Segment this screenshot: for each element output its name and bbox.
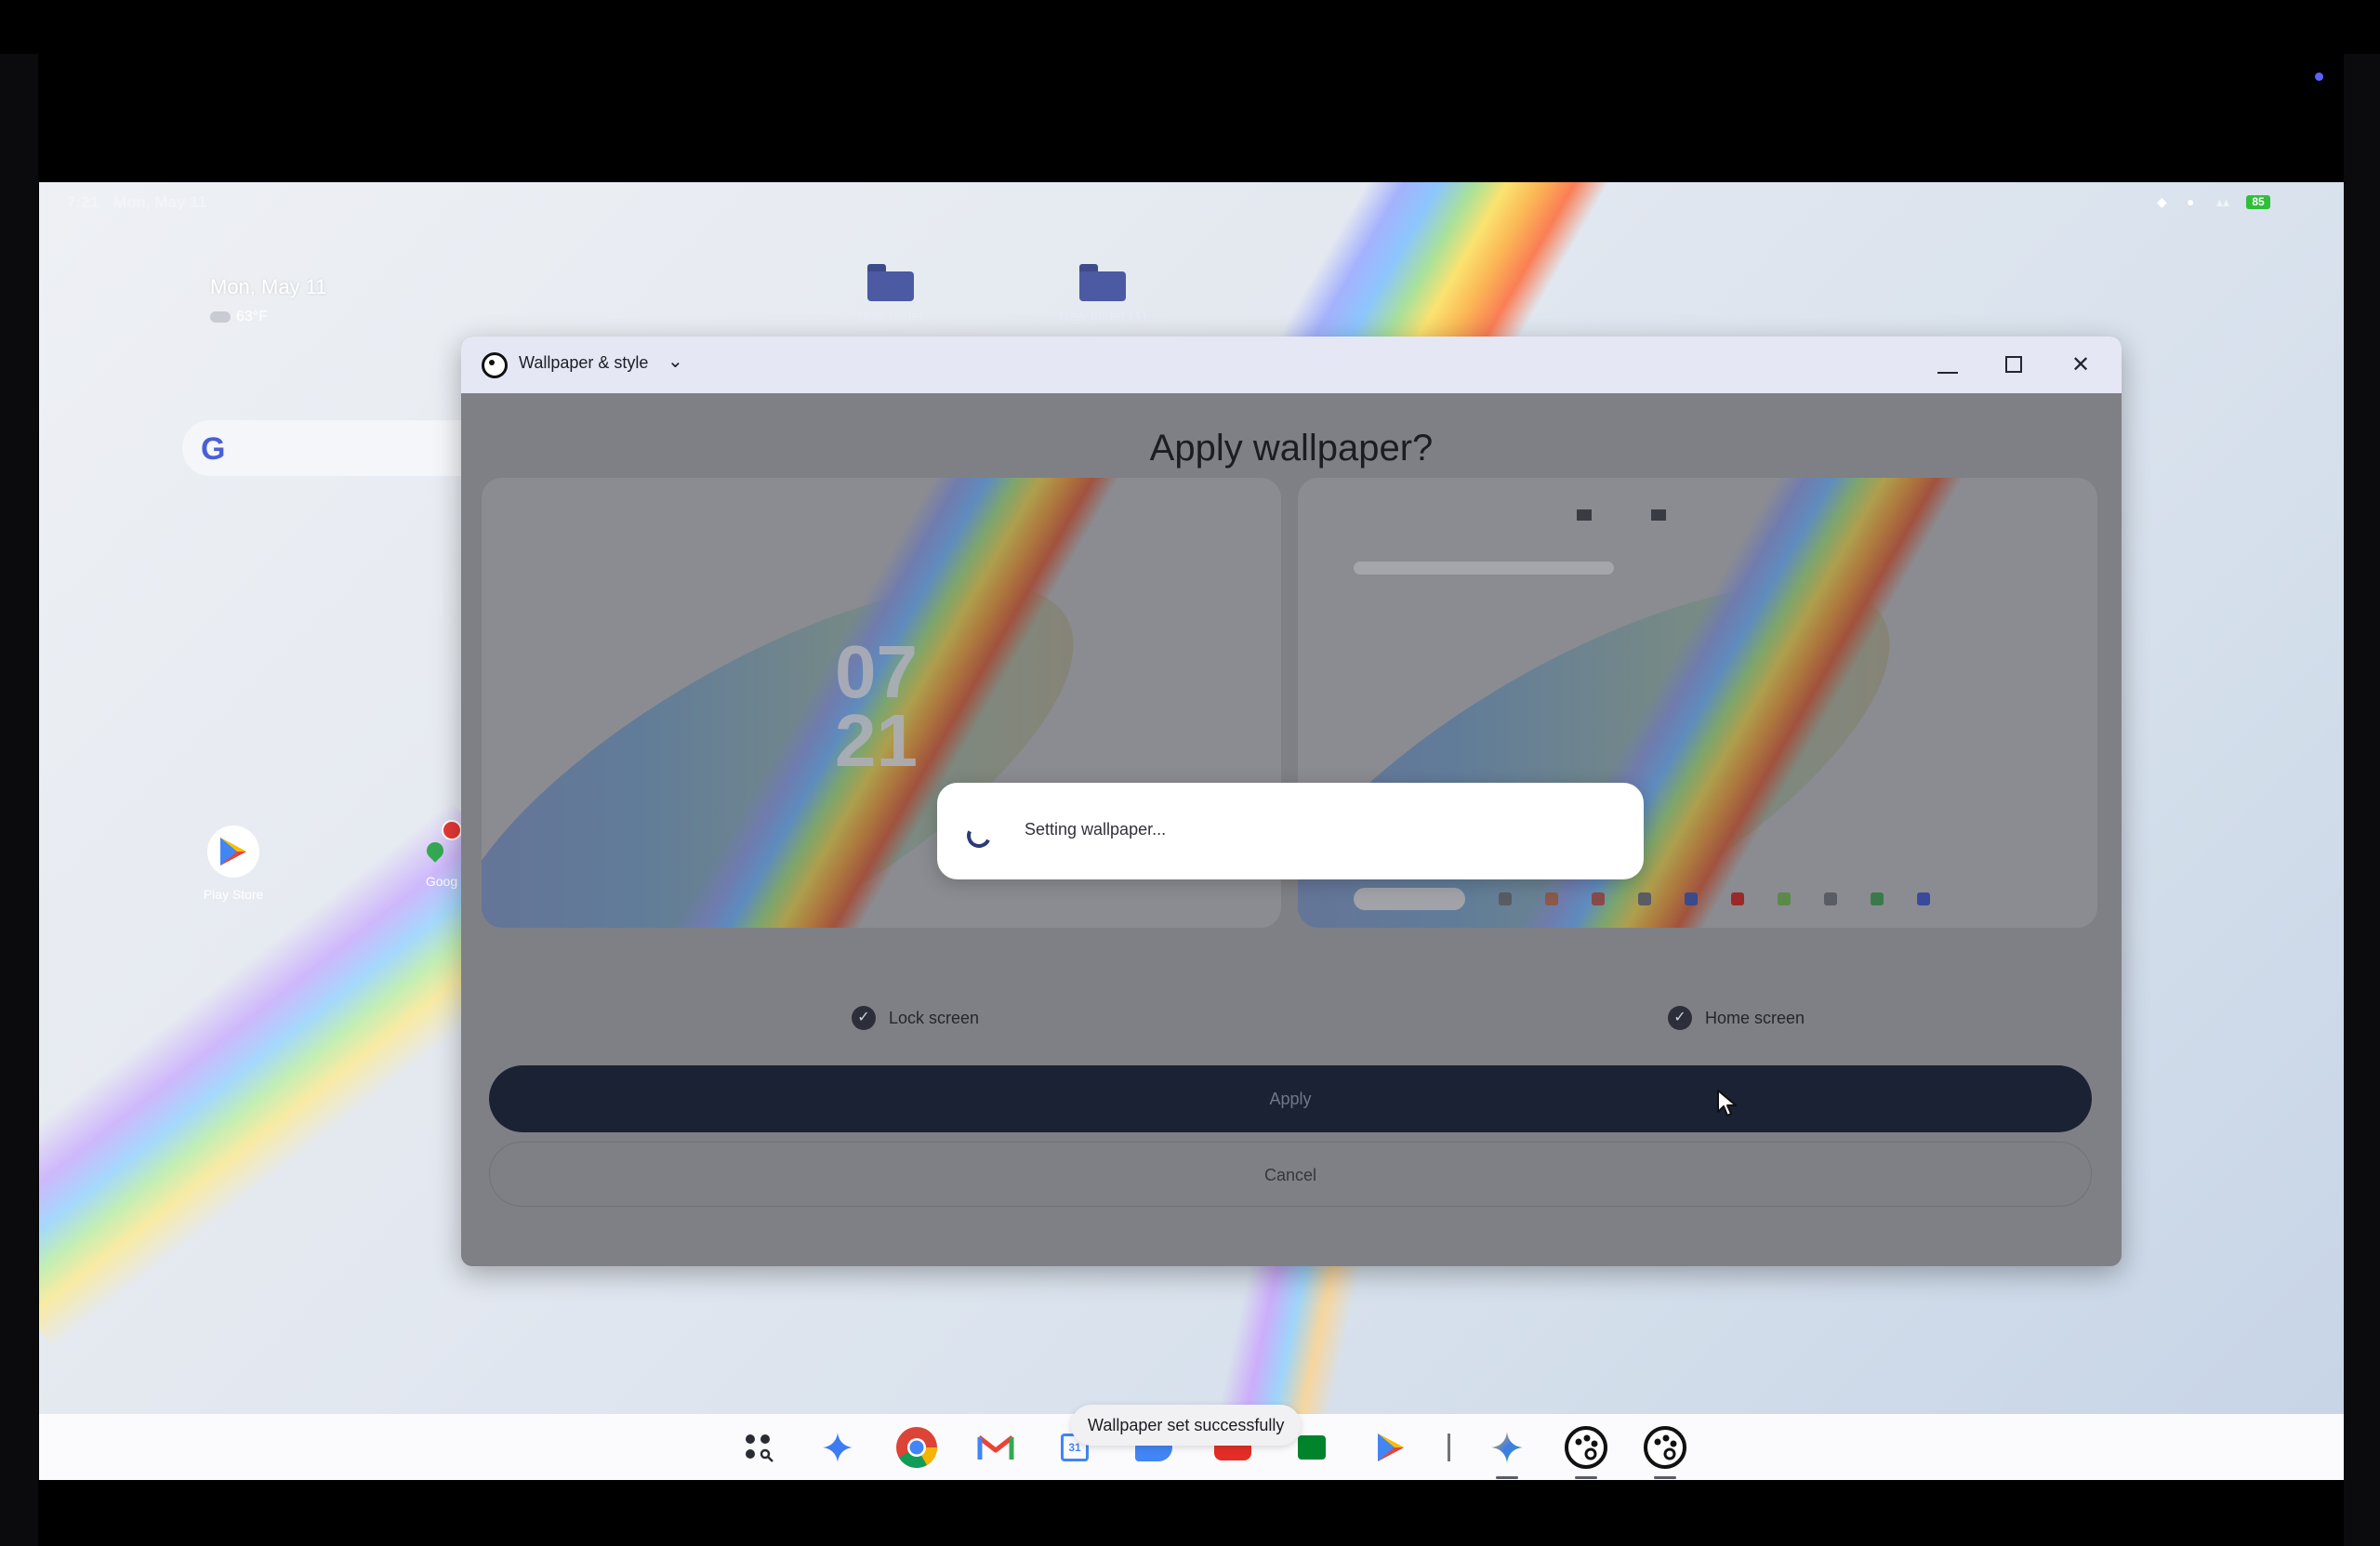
app-label: Play Store <box>203 887 264 902</box>
weather-widget[interactable]: 63°F <box>210 309 268 325</box>
folder-label: New folder (1) <box>1058 309 1147 324</box>
folder-icon <box>867 264 914 301</box>
toast-notification: Wallpaper set successfully <box>1071 1405 1302 1446</box>
weather-temp: 63°F <box>236 309 268 324</box>
notification-icon: ● <box>2187 194 2195 209</box>
letterbox-right <box>2344 54 2380 1546</box>
check-icon: ✓ <box>1668 1006 1692 1030</box>
chevron-down-icon[interactable]: ⌄ <box>668 350 683 373</box>
taskbar-separator <box>1448 1433 1450 1461</box>
gmail-icon[interactable] <box>973 1425 1018 1470</box>
close-button[interactable]: ✕ <box>2062 348 2099 383</box>
battery-icon: 85 <box>2246 194 2270 209</box>
signal-icon: ▴▴ <box>2216 194 2230 209</box>
folder-icon <box>1651 509 1666 521</box>
wallpaper-style-icon[interactable] <box>1564 1425 1608 1479</box>
preview-search-bar <box>1354 562 1614 575</box>
desktop-app-google[interactable]: Goog <box>418 820 465 889</box>
mouse-cursor-icon <box>1717 1090 1738 1122</box>
home-screen-label: Home screen <box>1705 1008 1805 1027</box>
desktop-folder[interactable]: New folder <box>826 264 956 324</box>
google-g-icon: G <box>201 431 226 467</box>
wifi-icon: ◆ <box>2157 194 2167 209</box>
desktop-folder[interactable]: New folder (1) <box>1038 264 1168 324</box>
folder-label: New folder <box>857 309 924 324</box>
lock-screen-label: Lock screen <box>889 1008 980 1027</box>
window-titlebar[interactable]: Wallpaper & style ⌄ ✕ <box>461 337 2122 393</box>
google-search-bar[interactable]: G <box>182 420 489 476</box>
home-screen-checkbox[interactable]: ✓ Home screen <box>1668 1006 1805 1030</box>
play-store-icon[interactable] <box>1368 1425 1413 1470</box>
lock-clock: 07 21 <box>835 630 918 782</box>
status-time[interactable]: 7:21 <box>67 193 99 212</box>
lock-screen-checkbox[interactable]: ✓ Lock screen <box>852 1006 979 1030</box>
gemini-icon[interactable] <box>815 1425 860 1470</box>
wallpaper-style-icon[interactable] <box>1643 1425 1687 1479</box>
window-title[interactable]: Wallpaper & style <box>519 353 648 373</box>
check-icon: ✓ <box>852 1006 876 1030</box>
folder-icon <box>1079 264 1126 301</box>
maximize-button[interactable] <box>1995 348 2032 383</box>
spinner-icon <box>963 820 995 852</box>
lock-clock-hour: 07 <box>835 630 918 713</box>
app-label: Goog <box>425 874 458 889</box>
maps-icon <box>423 820 462 863</box>
letterbox-left <box>0 54 38 1546</box>
status-tray[interactable]: ◆ ● ▴▴ 85 <box>2157 192 2270 212</box>
lock-clock-minute: 21 <box>835 699 918 782</box>
badge-icon <box>442 820 462 840</box>
desktop-app-play-store[interactable]: Play Store <box>201 826 266 902</box>
apply-button[interactable]: Apply <box>489 1065 2092 1132</box>
dialog-title: Apply wallpaper? <box>1149 428 1434 469</box>
launcher-icon[interactable] <box>736 1425 781 1470</box>
cancel-button[interactable]: Cancel <box>489 1142 2092 1207</box>
chromeos-desktop: 7:21 Mon, May 11 ◆ ● ▴▴ 85 Mon, May 11 6… <box>39 182 2344 1480</box>
palette-icon <box>482 352 508 378</box>
gemini-icon[interactable] <box>1485 1425 1529 1479</box>
cloud-icon <box>210 311 231 323</box>
play-store-icon <box>207 826 259 878</box>
widget-date[interactable]: Mon, May 11 <box>210 275 327 299</box>
chrome-icon[interactable] <box>894 1425 939 1470</box>
folder-icon <box>1577 509 1592 521</box>
minimize-button[interactable] <box>1928 348 1965 383</box>
preview-dock <box>1354 887 2060 911</box>
recording-indicator <box>2315 73 2323 81</box>
status-date[interactable]: Mon, May 11 <box>113 193 206 212</box>
progress-dialog: Setting wallpaper... <box>937 783 1644 879</box>
progress-text: Setting wallpaper... <box>1025 820 1167 839</box>
